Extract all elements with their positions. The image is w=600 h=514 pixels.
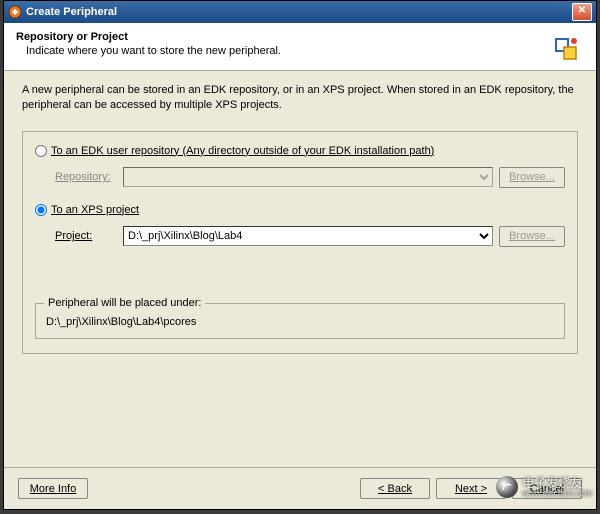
placed-under-path: D:\_prj\Xilinx\Blog\Lab4\pcores — [46, 316, 554, 328]
edk-radio[interactable] — [35, 145, 47, 157]
back-button[interactable]: < Back — [360, 478, 430, 499]
repository-browse-button: Browse... — [499, 167, 565, 188]
dialog-window: Create Peripheral ✕ Repository or Projec… — [3, 0, 597, 510]
project-field-row: Project: D:\_prj\Xilinx\Blog\Lab4 Browse… — [55, 226, 565, 247]
xps-radio-label[interactable]: To an XPS project — [51, 204, 139, 216]
placed-under-legend: Peripheral will be placed under: — [44, 297, 205, 309]
footer: More Info < Back Next > Cancel — [4, 467, 596, 509]
window-title: Create Peripheral — [26, 6, 117, 18]
radio-row-edk[interactable]: To an EDK user repository (Any directory… — [35, 145, 565, 157]
project-browse-button: Browse... — [499, 226, 565, 247]
xps-radio[interactable] — [35, 204, 47, 216]
repository-select — [123, 167, 493, 187]
project-select[interactable]: D:\_prj\Xilinx\Blog\Lab4 — [123, 226, 493, 246]
edk-radio-label[interactable]: To an EDK user repository (Any directory… — [51, 145, 434, 157]
content-area: A new peripheral can be stored in an EDK… — [4, 71, 596, 362]
close-button[interactable]: ✕ — [572, 3, 592, 21]
wizard-header: Repository or Project Indicate where you… — [4, 23, 596, 71]
more-info-button[interactable]: More Info — [18, 478, 88, 499]
page-title: Repository or Project — [16, 31, 584, 43]
wizard-icon — [548, 31, 584, 67]
project-label: Project: — [55, 230, 117, 242]
placed-under-group: Peripheral will be placed under: D:\_prj… — [35, 303, 565, 339]
app-icon — [8, 5, 22, 19]
options-group: To an EDK user repository (Any directory… — [22, 131, 578, 354]
titlebar[interactable]: Create Peripheral ✕ — [4, 1, 596, 23]
cancel-button[interactable]: Cancel — [512, 478, 582, 499]
radio-row-xps[interactable]: To an XPS project — [35, 204, 565, 216]
intro-text: A new peripheral can be stored in an EDK… — [22, 83, 578, 113]
repository-field-row: Repository: Browse... — [55, 167, 565, 188]
page-subtitle: Indicate where you want to store the new… — [26, 45, 584, 57]
next-button[interactable]: Next > — [436, 478, 506, 499]
repository-label: Repository: — [55, 171, 117, 183]
